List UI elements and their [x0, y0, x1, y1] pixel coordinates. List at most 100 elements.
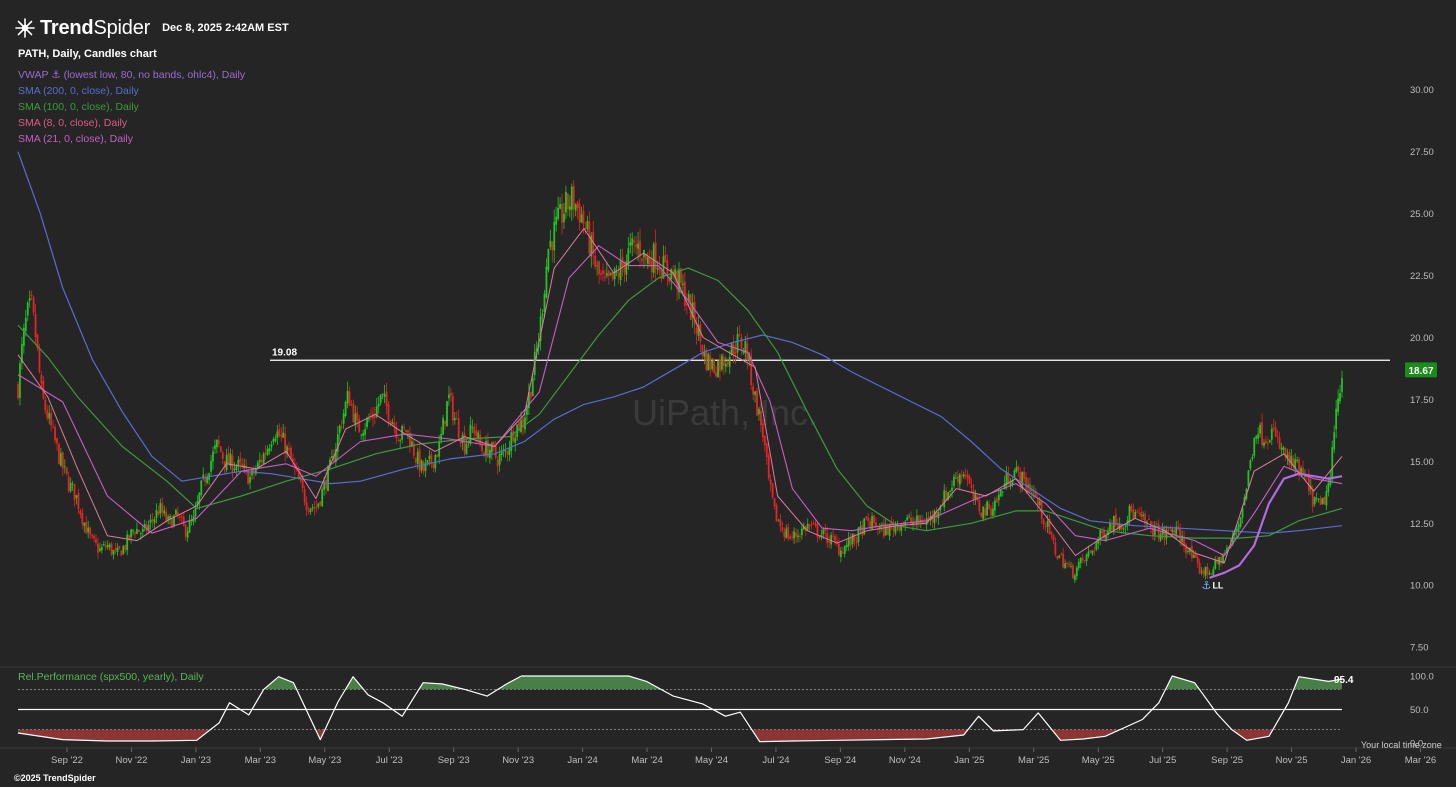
candle-body: [793, 531, 795, 539]
candle: [176, 506, 179, 520]
candle: [1296, 456, 1299, 463]
candle: [418, 444, 421, 478]
candle-body: [1042, 519, 1045, 525]
x-tick-label: Jul '25: [1149, 755, 1176, 766]
candle-body: [481, 444, 483, 451]
candle: [496, 456, 499, 475]
candle: [832, 529, 834, 540]
x-tick-label: Sep '25: [1211, 755, 1243, 766]
candle-body: [1206, 567, 1209, 575]
header-bar: TrendSpider Dec 8, 2025 2:42AM EST: [14, 14, 289, 42]
candle: [1099, 528, 1102, 546]
candle-body: [882, 522, 885, 537]
indicator-label-sma8[interactable]: SMA (8, 0, close), Daily: [18, 117, 127, 129]
candle-body: [512, 430, 515, 442]
candle-body: [1056, 555, 1059, 559]
rel-performance-label[interactable]: Rel.Performance (spx500, yearly), Daily: [18, 671, 204, 683]
candle: [1128, 504, 1131, 527]
candle-body: [758, 408, 760, 415]
candle: [937, 509, 940, 525]
candle-body: [496, 459, 499, 467]
candle-body: [1274, 427, 1277, 437]
candle: [1276, 430, 1279, 444]
candle: [549, 229, 552, 250]
candle-body: [288, 448, 290, 451]
candle-body: [1128, 505, 1131, 522]
candle: [1288, 449, 1291, 469]
candle: [865, 515, 868, 521]
candle: [317, 503, 320, 510]
candle-body: [867, 517, 870, 521]
candle: [151, 513, 154, 528]
candle: [906, 514, 909, 521]
rel-y-tick-label: 100.0: [1410, 672, 1434, 683]
candle-body: [1261, 422, 1263, 445]
candle: [1239, 516, 1242, 529]
candle-body: [118, 546, 121, 549]
candle-body: [549, 240, 552, 248]
candle-body: [1023, 471, 1026, 479]
candle-body: [498, 454, 501, 465]
candle-body: [777, 520, 780, 522]
candle: [607, 269, 610, 285]
candle-body: [506, 451, 509, 455]
candle-body: [884, 524, 887, 536]
candle: [888, 523, 891, 541]
indicator-label-sma200[interactable]: SMA (200, 0, close), Daily: [18, 85, 139, 97]
candle-body: [1064, 563, 1067, 569]
indicator-label-vwap[interactable]: VWAP ⚓ (lowest low, 80, no bands, ohlc4)…: [18, 69, 245, 81]
candle-body: [795, 532, 797, 537]
x-tick-label: Mar '26: [1405, 755, 1436, 766]
candle-body: [602, 270, 604, 274]
candle-body: [321, 488, 324, 507]
indicator-label-sma100[interactable]: SMA (100, 0, close), Daily: [18, 101, 139, 113]
candle: [1192, 550, 1195, 559]
candle-body: [214, 445, 216, 449]
timezone-label[interactable]: Your local time zone: [1361, 740, 1442, 750]
candle: [44, 396, 47, 415]
candle-body: [448, 394, 450, 399]
candle: [346, 381, 349, 409]
candle: [430, 451, 433, 469]
candle-body: [1204, 566, 1207, 577]
candle: [426, 459, 429, 466]
candle-body: [440, 433, 443, 441]
candle: [1218, 556, 1221, 570]
candle: [137, 529, 140, 533]
candle-body: [188, 520, 191, 533]
candle: [1062, 547, 1065, 569]
candle: [995, 495, 998, 503]
candle-body: [52, 425, 54, 427]
candle-body: [726, 361, 729, 365]
candle-body: [683, 281, 686, 307]
candle-body: [830, 535, 833, 545]
candle-body: [576, 202, 579, 209]
price-chart[interactable]: UiPath, Inc. 7.50 10.00 12.50 15.00 17.50 20.0…: [0, 0, 1456, 787]
candle: [990, 505, 992, 518]
candle: [1206, 563, 1209, 579]
candle: [586, 215, 589, 232]
candle-body: [580, 214, 583, 223]
candle-body: [206, 477, 209, 483]
candle: [578, 198, 581, 231]
candle: [274, 434, 277, 443]
symbol-description[interactable]: PATH, Daily, Candles chart: [18, 48, 157, 60]
candle: [1138, 507, 1141, 517]
candle-body: [1202, 570, 1205, 575]
candle-body: [358, 419, 361, 433]
candle: [880, 522, 883, 532]
candle-body: [40, 374, 43, 384]
candle: [59, 447, 62, 467]
indicator-label-sma21[interactable]: SMA (21, 0, close), Daily: [18, 133, 133, 145]
candle: [483, 450, 485, 457]
candle-body: [810, 524, 813, 526]
candle-body: [826, 533, 829, 544]
candle: [22, 323, 25, 354]
candle: [444, 420, 446, 430]
candle-body: [104, 545, 107, 548]
candle-body: [385, 391, 388, 406]
candle-body: [32, 297, 35, 313]
candle-body: [26, 302, 29, 316]
candle: [126, 530, 129, 556]
candle-body: [701, 344, 704, 356]
